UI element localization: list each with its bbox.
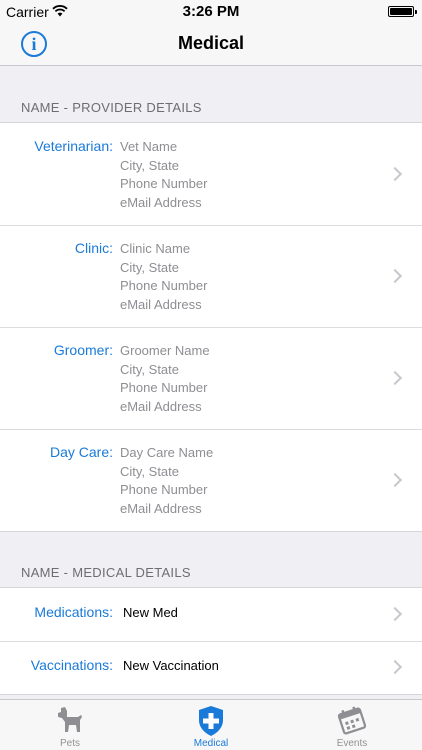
tab-label: Events (336, 738, 368, 749)
provider-details: Vet Name City, State Phone Number eMail … (120, 138, 207, 212)
provider-row-veterinarian[interactable]: Veterinarian: Vet Name City, State Phone… (0, 123, 422, 225)
provider-email: eMail Address (120, 500, 202, 516)
medical-section-header: NAME - MEDICAL DETAILS (21, 565, 191, 580)
provider-list: Veterinarian: Vet Name City, State Phone… (0, 122, 422, 532)
provider-label: Groomer: (53, 342, 113, 358)
provider-email: eMail Address (120, 194, 202, 210)
chevron-right-icon (387, 370, 403, 386)
navigation-bar: i Medical (0, 22, 422, 66)
vaccinations-label: Vaccinations: (30, 657, 113, 673)
provider-row-clinic[interactable]: Clinic: Clinic Name City, State Phone Nu… (0, 225, 422, 327)
provider-city: City, State (120, 361, 180, 377)
medications-label: Medications: (34, 604, 113, 620)
provider-phone: Phone Number (120, 176, 208, 191)
tab-bar: Pets Medical Events (0, 699, 422, 750)
provider-label: Clinic: (74, 240, 113, 256)
chevron-right-icon (387, 166, 403, 182)
medical-list: Medications: New Med Vaccinations: New V… (0, 587, 422, 695)
page-title: Medical (177, 33, 245, 53)
battery-icon (388, 6, 417, 17)
calendar-icon (337, 706, 367, 735)
chevron-right-icon (387, 659, 403, 675)
provider-phone: Phone Number (120, 278, 208, 293)
provider-name: Groomer Name (120, 343, 210, 358)
provider-name: Clinic Name (120, 241, 191, 256)
tab-pets[interactable]: Pets (0, 700, 140, 750)
content-scroll[interactable]: NAME - PROVIDER DETAILS Veterinarian: Ve… (0, 67, 422, 699)
tab-medical[interactable]: Medical (141, 700, 281, 750)
provider-label: Veterinarian: (34, 138, 113, 154)
provider-email: eMail Address (120, 296, 202, 312)
chevron-right-icon (387, 268, 403, 284)
medications-value: New Med (123, 605, 178, 620)
provider-row-day-care[interactable]: Day Care: Day Care Name City, State Phon… (0, 429, 422, 531)
provider-label: Day Care: (49, 444, 113, 460)
vaccinations-row[interactable]: Vaccinations: New Vaccination (0, 641, 422, 694)
medications-row[interactable]: Medications: New Med (0, 588, 422, 641)
vaccinations-value: New Vaccination (123, 658, 219, 673)
provider-name: Vet Name (120, 139, 178, 154)
tab-label: Medical (193, 738, 229, 749)
provider-section-header: NAME - PROVIDER DETAILS (21, 100, 202, 115)
provider-city: City, State (120, 259, 180, 275)
provider-name: Day Care Name (120, 445, 214, 460)
provider-phone: Phone Number (120, 380, 208, 395)
chevron-right-icon (387, 472, 403, 488)
medical-shield-icon (199, 706, 223, 736)
status-time: 3:26 PM (182, 3, 240, 20)
tab-events[interactable]: Events (282, 700, 422, 750)
provider-details: Groomer Name City, State Phone Number eM… (120, 342, 210, 416)
dog-icon (58, 707, 82, 732)
provider-row-groomer[interactable]: Groomer: Groomer Name City, State Phone … (0, 327, 422, 429)
provider-city: City, State (120, 157, 180, 173)
provider-city: City, State (120, 463, 180, 479)
provider-email: eMail Address (120, 398, 202, 414)
provider-details: Clinic Name City, State Phone Number eMa… (120, 240, 207, 314)
provider-phone: Phone Number (120, 482, 208, 497)
status-bar: Carrier 3:26 PM (0, 0, 422, 22)
chevron-right-icon (387, 606, 403, 622)
provider-details: Day Care Name City, State Phone Number e… (120, 444, 213, 518)
tab-label: Pets (59, 738, 80, 749)
